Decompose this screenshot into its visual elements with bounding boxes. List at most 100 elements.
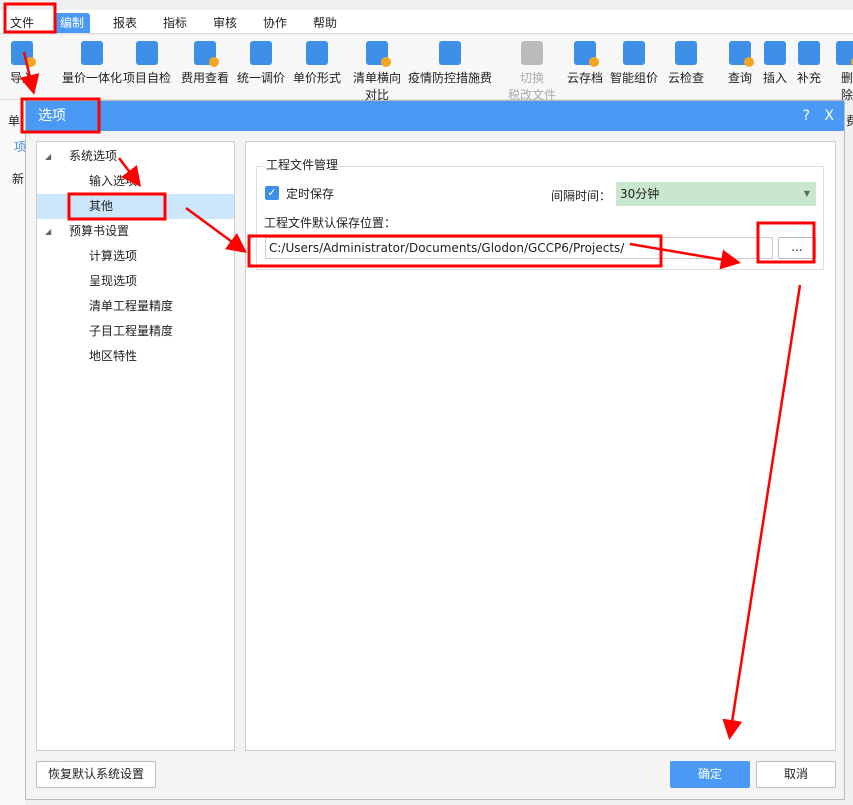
ribbon-label: 导入 [10,71,35,85]
insert-icon [764,41,786,65]
path-label: 工程文件默认保存位置： [264,216,397,230]
bg-text: 新 [12,172,25,186]
ribbon-button-0[interactable]: 导入 [10,41,36,86]
dialog-title: 选项 [38,108,66,124]
tree-item[interactable]: 其他 [37,194,234,219]
tree-item[interactable]: ◢ 系统选项 [37,144,234,169]
bg-text: 费 [846,114,853,128]
cancel-button[interactable]: 取消 [756,761,836,788]
ribbon-label: 插入 [763,71,788,85]
ribbon-button-7[interactable]: 疫情防控措施费 [408,41,492,86]
ribbon-button-6[interactable]: 清单横向 对比 [353,41,401,103]
ribbon-label: 量价一体化 [62,71,123,85]
ribbon-button-3[interactable]: 费用查看 [181,41,229,86]
restore-defaults-button[interactable]: 恢复默认系统设置 [36,761,156,788]
ribbon-label: 智能组价 [610,71,659,85]
tree-item-label: 预算书设置 [69,224,130,238]
smart-price-icon [623,41,645,65]
tree-item[interactable]: ◢ 预算书设置 [37,219,234,244]
menu-collab[interactable]: 协作 [257,13,293,33]
group-title: 工程文件管理 [264,156,341,173]
ribbon-button-4[interactable]: 统一调价 [237,41,285,86]
tree-item[interactable]: 呈现选项 [37,269,234,294]
expand-triangle-icon[interactable]: ◢ [45,219,51,244]
tax-switch-icon [521,41,543,65]
auto-save-label: 定时保存 [286,187,335,201]
cost-view-icon [194,41,219,67]
expand-triangle-icon[interactable]: ◢ [45,144,51,169]
ribbon-label: 切换 [520,71,545,85]
options-panel: 工程文件管理 ✓ 定时保存 间隔时间： 30分钟 ▼ 工程文件默认保存位置： C:… [245,141,836,751]
compare-icon [366,41,391,67]
ribbon-label: 清单横向 [353,71,402,85]
menu-help[interactable]: 帮助 [307,13,343,33]
cloud-save-icon [574,41,599,67]
menu-bar: 文件 编制 报表 指标 审核 协作 帮助 [0,10,853,34]
bg-text: 单 [8,114,21,128]
menu-review[interactable]: 审核 [207,13,243,33]
menu-edit[interactable]: 编制 [54,13,91,33]
price-adjust-icon [250,41,272,65]
menu-report[interactable]: 报表 [107,13,143,33]
ribbon-button-14[interactable]: 补充 [797,41,821,86]
ribbon-label: 云检查 [668,71,705,85]
ribbon-button-8[interactable]: 切换 税改文件 [508,41,556,103]
ribbon-button-15[interactable]: 删除 [836,41,853,103]
ribbon-button-9[interactable]: 云存档 [567,41,603,86]
ribbon-label: 费用查看 [181,71,230,85]
tree-item-label: 子目工程量精度 [89,324,174,338]
tree-item-label: 计算选项 [89,249,138,263]
interval-select[interactable]: 30分钟 ▼ [616,182,816,206]
ribbon-label: 删除 [840,71,853,102]
options-dialog: 选项 ? X ◢ 系统选项输入选项其他 ◢ 预算书设置计算选项呈现选项清单工程量精度子… [25,100,845,800]
tree-item[interactable]: 清单工程量精度 [37,294,234,319]
ribbon-label: 单价形式 [293,71,342,85]
cloud-check-icon [675,41,697,65]
tree-item-label: 系统选项 [69,149,118,163]
import-icon [11,41,36,67]
ok-button[interactable]: 确定 [670,761,750,788]
self-check-icon [136,41,158,65]
ribbon-button-1[interactable]: 量价一体化 [62,41,122,86]
ribbon-label: 查询 [728,71,753,85]
tree-item[interactable]: 输入选项 [37,169,234,194]
delete-icon [836,41,853,67]
unit-price-icon [306,41,328,65]
tree-item-label: 输入选项 [89,174,138,188]
ribbon-label: 补充 [797,71,822,85]
ribbon-toolbar: 导入 量价一体化 项目自检 费用查看 统一调价 单价形式 清单横向 对比 疫情防控措施费 切换 税改… [0,35,853,103]
ribbon-button-11[interactable]: 云检查 [668,41,704,86]
ribbon-label: 云存档 [567,71,604,85]
interval-value: 30分钟 [620,187,660,201]
chevron-down-icon: ▼ [803,189,810,198]
integration-icon [81,41,103,65]
tree-item[interactable]: 计算选项 [37,244,234,269]
supplement-icon [798,41,820,65]
epidemic-fee-icon [439,41,461,65]
close-button[interactable]: X [824,101,834,131]
ribbon-button-5[interactable]: 单价形式 [293,41,341,86]
ribbon-button-13[interactable]: 插入 [763,41,787,86]
ribbon-label: 疫情防控措施费 [408,71,493,85]
help-button[interactable]: ? [803,101,810,131]
interval-label: 间隔时间： [551,189,612,203]
dialog-title-bar: 选项 ? X [26,101,844,131]
tree-item[interactable]: 地区特性 [37,344,234,369]
menu-file[interactable]: 文件 [4,13,40,33]
ribbon-button-2[interactable]: 项目自检 [123,41,171,86]
tree-item-label: 地区特性 [89,349,138,363]
tree-item-label: 清单工程量精度 [89,299,174,313]
ribbon-label: 项目自检 [123,71,172,85]
save-path-input[interactable]: C:/Users/Administrator/Documents/Glodon/… [265,237,773,259]
tree-item[interactable]: 子目工程量精度 [37,319,234,344]
tree-item-label: 呈现选项 [89,274,138,288]
auto-save-checkbox[interactable]: ✓ [265,186,279,200]
browse-button[interactable]: ... [778,237,816,259]
tree-item-label: 其他 [89,199,114,213]
ribbon-label: 统一调价 [237,71,286,85]
menu-index[interactable]: 指标 [157,13,193,33]
background-panel: 单 项 新 [0,100,26,805]
query-icon [729,41,754,67]
ribbon-button-10[interactable]: 智能组价 [610,41,658,86]
ribbon-button-12[interactable]: 查询 [728,41,754,86]
